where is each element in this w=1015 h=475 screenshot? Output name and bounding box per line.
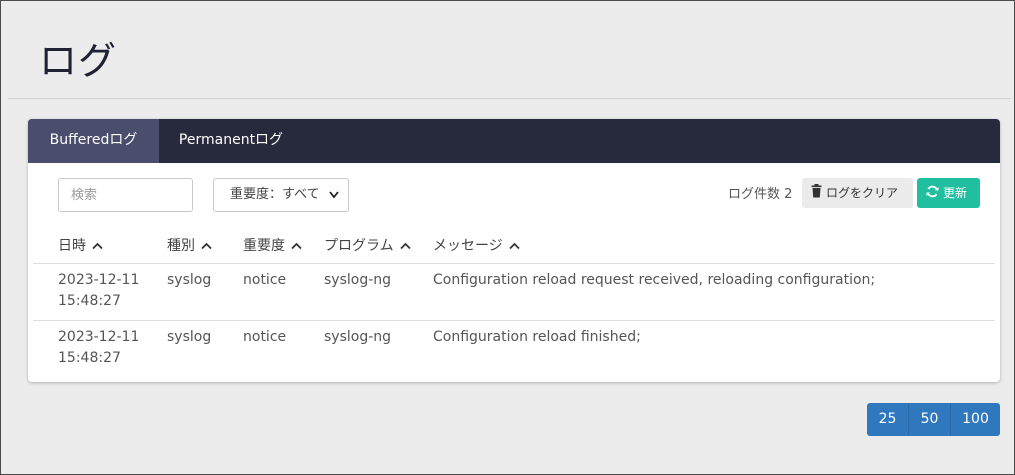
column-header-label: プログラム xyxy=(324,238,394,254)
sort-asc-icon xyxy=(92,238,103,254)
column-header-datetime[interactable]: 日時 xyxy=(58,235,103,255)
sort-asc-icon xyxy=(291,238,302,254)
refresh-label: 更新 xyxy=(943,186,968,200)
column-header-label: 日時 xyxy=(58,238,86,254)
cell-datetime: 2023-12-11 15:48:27 xyxy=(58,327,139,369)
cell-date: 2023-12-11 xyxy=(58,329,140,345)
cell-program: syslog-ng xyxy=(324,272,392,288)
column-header-program[interactable]: プログラム xyxy=(324,235,411,255)
tab-permanent-log[interactable]: Permanentログ xyxy=(159,119,303,163)
column-header-type[interactable]: 種別 xyxy=(167,235,212,255)
refresh-icon xyxy=(926,179,939,209)
clear-log-label: ログをクリア xyxy=(826,186,899,200)
page-title: ログ xyxy=(39,39,118,83)
column-header-label: 種別 xyxy=(167,238,195,254)
log-count: ログ件数 2 xyxy=(728,187,793,202)
table-divider xyxy=(33,263,995,264)
sort-asc-icon xyxy=(201,238,212,254)
cell-type: syslog xyxy=(167,272,212,288)
chevron-down-icon xyxy=(328,179,340,211)
cell-severity: notice xyxy=(243,329,287,345)
cell-message: Configuration reload finished; xyxy=(433,329,641,345)
cell-datetime: 2023-12-11 15:48:27 xyxy=(58,270,139,312)
trash-icon xyxy=(811,179,822,209)
cell-time: 15:48:27 xyxy=(58,350,121,366)
page-size-100-button[interactable]: 100 xyxy=(951,403,1000,436)
title-divider xyxy=(8,98,1010,99)
cell-time: 15:48:27 xyxy=(58,293,121,309)
sort-asc-icon xyxy=(509,238,520,254)
table-divider xyxy=(33,320,995,321)
clear-log-button[interactable]: ログをクリア xyxy=(802,178,913,208)
tab-bar: Bufferedログ Permanentログ xyxy=(28,119,1000,163)
cell-date: 2023-12-11 xyxy=(58,272,140,288)
tab-buffered-log[interactable]: Bufferedログ xyxy=(28,119,159,163)
column-header-label: 重要度 xyxy=(243,238,285,254)
cell-severity: notice xyxy=(243,272,287,288)
refresh-button[interactable]: 更新 xyxy=(917,178,980,208)
column-header-severity[interactable]: 重要度 xyxy=(243,235,302,255)
page-size-selector: 25 50 100 xyxy=(867,403,1000,436)
page-size-25-button[interactable]: 25 xyxy=(867,403,909,436)
cell-message: Configuration reload request received, r… xyxy=(433,272,876,288)
log-card: Bufferedログ Permanentログ 重要度：すべて ログ件数 2 ログ… xyxy=(28,119,1000,382)
page-size-50-button[interactable]: 50 xyxy=(909,403,951,436)
column-header-label: メッセージ xyxy=(433,238,503,254)
column-header-message[interactable]: メッセージ xyxy=(433,235,520,255)
search-input[interactable] xyxy=(58,178,193,212)
cell-program: syslog-ng xyxy=(324,329,392,345)
cell-type: syslog xyxy=(167,329,212,345)
severity-select[interactable]: 重要度：すべて xyxy=(213,178,349,212)
severity-select-value: 重要度：すべて xyxy=(230,187,320,202)
sort-asc-icon xyxy=(399,238,411,254)
